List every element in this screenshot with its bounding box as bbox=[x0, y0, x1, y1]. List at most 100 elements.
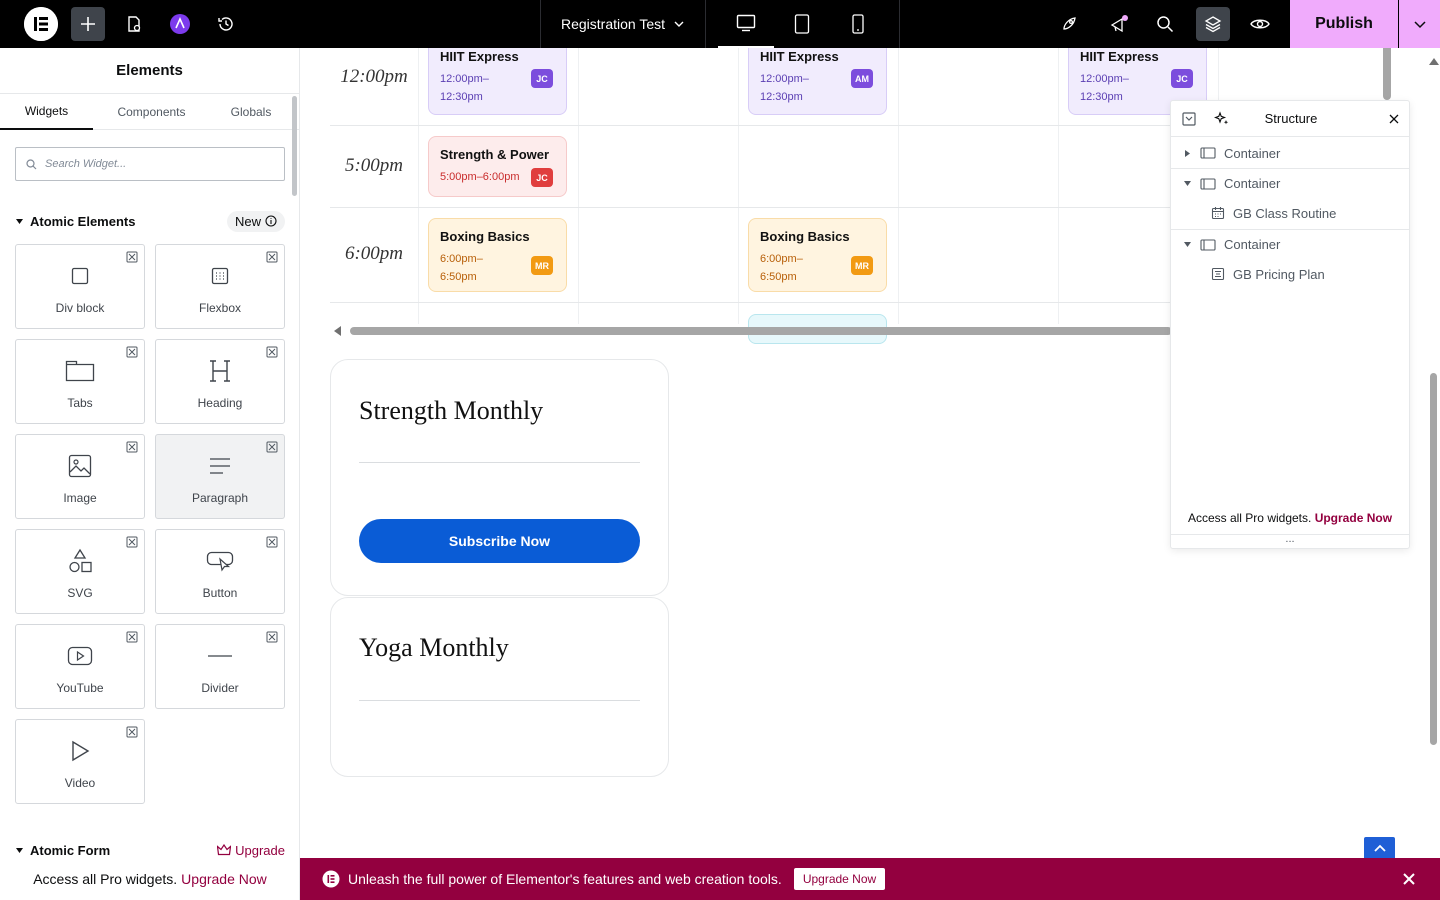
pro-pin-icon bbox=[126, 631, 138, 643]
widget-label: Divider bbox=[201, 681, 239, 695]
scroll-to-top-button[interactable] bbox=[1364, 837, 1395, 858]
chevron-down-icon bbox=[674, 21, 684, 27]
page-settings-icon[interactable] bbox=[117, 7, 151, 41]
widget-div-block[interactable]: Div block bbox=[15, 244, 145, 329]
resize-handle[interactable]: ... bbox=[1171, 534, 1409, 548]
top-bar: Registration Test Publish bbox=[0, 0, 1440, 48]
publish-options-button[interactable] bbox=[1399, 0, 1440, 48]
widget-label: Image bbox=[63, 491, 97, 505]
pro-pin-icon bbox=[266, 536, 278, 548]
widget-search-input[interactable]: Search Widget... bbox=[15, 147, 285, 181]
structure-item-label: Container bbox=[1224, 145, 1281, 161]
plan-title: Yoga Monthly bbox=[359, 633, 509, 662]
tab-globals[interactable]: Globals bbox=[210, 94, 292, 130]
calendar-icon bbox=[1211, 207, 1225, 220]
panel-scrollbar[interactable] bbox=[292, 96, 297, 196]
site-launch-icon[interactable] bbox=[1052, 7, 1086, 41]
tab-components[interactable]: Components bbox=[93, 94, 210, 130]
footer-text: Access all Pro widgets. bbox=[33, 871, 178, 887]
elementor-logo-icon[interactable] bbox=[24, 7, 58, 41]
whats-new-icon[interactable] bbox=[1102, 7, 1136, 41]
structure-item-container[interactable]: Container bbox=[1171, 229, 1409, 259]
upgrade-now-link[interactable]: Upgrade Now bbox=[1315, 511, 1392, 525]
publish-button[interactable]: Publish bbox=[1290, 0, 1398, 48]
mobile-view-icon[interactable] bbox=[830, 0, 886, 48]
preview-eye-icon[interactable] bbox=[1243, 7, 1277, 41]
flexbox-icon bbox=[205, 261, 235, 291]
upgrade-label: Upgrade bbox=[235, 842, 285, 858]
scrollbar-thumb[interactable] bbox=[350, 327, 1172, 335]
collapse-all-icon[interactable] bbox=[1182, 112, 1196, 126]
banner-upgrade-button[interactable]: Upgrade Now bbox=[793, 868, 886, 890]
instructor-badge: MR bbox=[531, 256, 553, 275]
event-title: Strength & Power bbox=[440, 147, 550, 162]
class-event[interactable]: HIIT Express 12:00pm– 12:30pm AM bbox=[748, 48, 887, 115]
upgrade-link[interactable]: Upgrade bbox=[217, 843, 285, 858]
widget-paragraph[interactable]: Paragraph bbox=[155, 434, 285, 519]
widget-flexbox[interactable]: Flexbox bbox=[155, 244, 285, 329]
tab-widgets[interactable]: Widgets bbox=[0, 94, 93, 130]
tablet-view-icon[interactable] bbox=[774, 0, 830, 48]
widget-heading[interactable]: Heading bbox=[155, 339, 285, 424]
ai-assistant-icon[interactable] bbox=[163, 7, 197, 41]
widget-button[interactable]: Button bbox=[155, 529, 285, 614]
ai-sparkle-icon[interactable] bbox=[1214, 111, 1230, 127]
close-icon[interactable] bbox=[1389, 114, 1399, 124]
class-event[interactable]: HIIT Express 12:00pm– 12:30pm JC bbox=[428, 48, 567, 115]
event-title: HIIT Express bbox=[760, 49, 839, 64]
widget-label: Heading bbox=[197, 396, 243, 410]
elementor-logo-icon bbox=[322, 870, 340, 888]
event-title: Boxing Basics bbox=[440, 229, 530, 244]
schedule-horizontal-scrollbar[interactable] bbox=[330, 325, 1172, 336]
widget-svg[interactable]: SVG bbox=[15, 529, 145, 614]
desktop-view-icon[interactable] bbox=[718, 0, 774, 48]
time-label: 12:00pm bbox=[340, 66, 408, 87]
widget-video[interactable]: Video bbox=[15, 719, 145, 804]
class-event[interactable]: Strength & Power 5:00pm–6:00pm JC bbox=[428, 136, 567, 197]
widget-label: Paragraph bbox=[191, 491, 249, 505]
add-element-button[interactable] bbox=[71, 7, 105, 41]
scroll-left-arrow-icon[interactable] bbox=[334, 326, 342, 336]
structure-item-pricing-plan[interactable]: GB Pricing Plan bbox=[1171, 259, 1409, 289]
canvas-vertical-scrollbar[interactable] bbox=[1427, 58, 1440, 858]
upgrade-now-link[interactable]: Upgrade Now bbox=[181, 871, 267, 887]
subscribe-button[interactable]: Subscribe Now bbox=[359, 519, 640, 563]
info-icon bbox=[265, 215, 277, 227]
document-title: Registration Test bbox=[560, 16, 665, 32]
search-icon[interactable] bbox=[1148, 7, 1182, 41]
caret-down-icon[interactable] bbox=[1183, 179, 1192, 188]
scroll-up-arrow-icon[interactable] bbox=[1429, 58, 1439, 66]
class-event[interactable]: Boxing Basics 6:00pm– 6:50pm MR bbox=[748, 218, 887, 292]
document-title-dropdown[interactable]: Registration Test bbox=[540, 0, 706, 48]
widget-image[interactable]: Image bbox=[15, 434, 145, 519]
category-header-atomic-form[interactable]: Atomic Form Upgrade bbox=[15, 842, 285, 858]
structure-item-class-routine[interactable]: GB Class Routine bbox=[1171, 198, 1409, 228]
widget-youtube[interactable]: YouTube bbox=[15, 624, 145, 709]
schedule-vertical-scrollbar[interactable] bbox=[1383, 48, 1391, 100]
structure-header: Structure bbox=[1171, 101, 1409, 137]
time-label: 5:00pm bbox=[344, 155, 404, 176]
pro-pin-icon bbox=[126, 536, 138, 548]
class-event[interactable]: Boxing Basics 6:00pm– 6:50pm MR bbox=[428, 218, 567, 292]
widget-divider[interactable]: Divider bbox=[155, 624, 285, 709]
pro-pin-icon bbox=[126, 726, 138, 738]
history-icon[interactable] bbox=[209, 7, 243, 41]
category-header[interactable]: Atomic Elements New bbox=[15, 210, 285, 232]
scrollbar-thumb[interactable] bbox=[1430, 373, 1437, 745]
structure-item-label: GB Pricing Plan bbox=[1233, 266, 1325, 282]
structure-item-container[interactable]: Container bbox=[1171, 168, 1409, 198]
structure-layers-icon[interactable] bbox=[1196, 7, 1230, 41]
widget-tabs[interactable]: Tabs bbox=[15, 339, 145, 424]
youtube-icon bbox=[65, 641, 95, 671]
elements-panel: Elements Widgets Components Globals Sear… bbox=[0, 48, 300, 900]
close-icon[interactable] bbox=[1402, 872, 1416, 886]
event-title: Boxing Basics bbox=[760, 229, 850, 244]
event-time: 12:30pm bbox=[440, 91, 483, 103]
instructor-badge: MR bbox=[851, 256, 873, 275]
caret-right-icon[interactable] bbox=[1183, 149, 1192, 158]
pro-pin-icon bbox=[266, 631, 278, 643]
widget-label: Video bbox=[64, 776, 96, 790]
structure-item-container[interactable]: Container bbox=[1171, 138, 1409, 168]
caret-down-icon[interactable] bbox=[1183, 240, 1192, 249]
pro-pin-icon bbox=[266, 346, 278, 358]
